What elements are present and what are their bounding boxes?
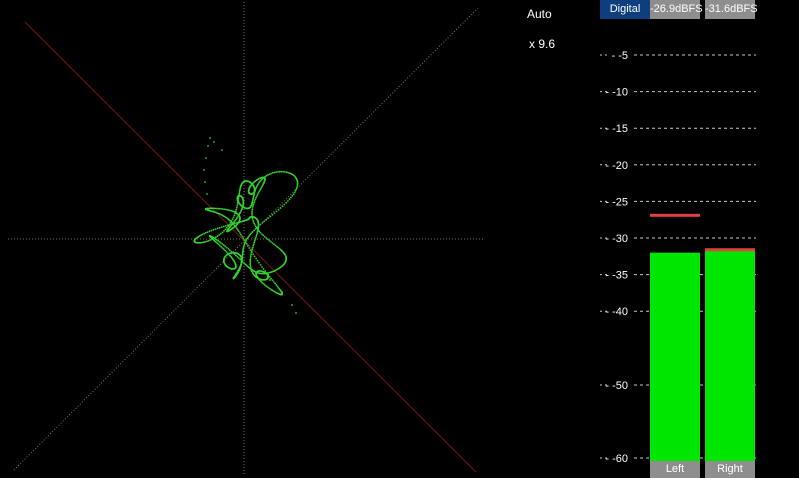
right-peak-marker	[705, 248, 755, 252]
scale-label: - -20	[605, 160, 628, 172]
scale-label: - -50	[605, 380, 628, 392]
left-peak-readout: -26.9dBFS	[650, 0, 703, 19]
scale-label: - -35	[605, 270, 628, 282]
left-level-bar	[650, 252, 700, 461]
scale-label: - -10	[605, 87, 628, 99]
left-peak-marker	[650, 213, 700, 217]
scale-label: - -60	[605, 453, 628, 465]
scale-label: - -5	[612, 50, 629, 62]
scale-label: - -25	[605, 196, 628, 208]
auto-scale-button[interactable]: Auto	[527, 7, 552, 21]
right-channel-label: Right	[705, 461, 755, 478]
side-diagonal	[24, 21, 477, 473]
scale-label: - -15	[605, 123, 628, 135]
zoom-level[interactable]: x 9.6	[529, 37, 555, 51]
lissajous-trace	[193, 137, 299, 314]
digital-mode-tab[interactable]: Digital	[600, 0, 650, 19]
left-channel-label: Left	[650, 461, 700, 478]
level-meter: - -5 - -10 - -15 - -20 - -25 - -30 - -35 - -40 -…	[600, 50, 756, 465]
scale-label: - -30	[605, 233, 628, 245]
vectorscope	[8, 2, 484, 476]
right-peak-readout: -31.6dBFS	[705, 0, 758, 19]
scale-label: - -40	[605, 306, 628, 318]
right-level-bar	[705, 249, 755, 461]
